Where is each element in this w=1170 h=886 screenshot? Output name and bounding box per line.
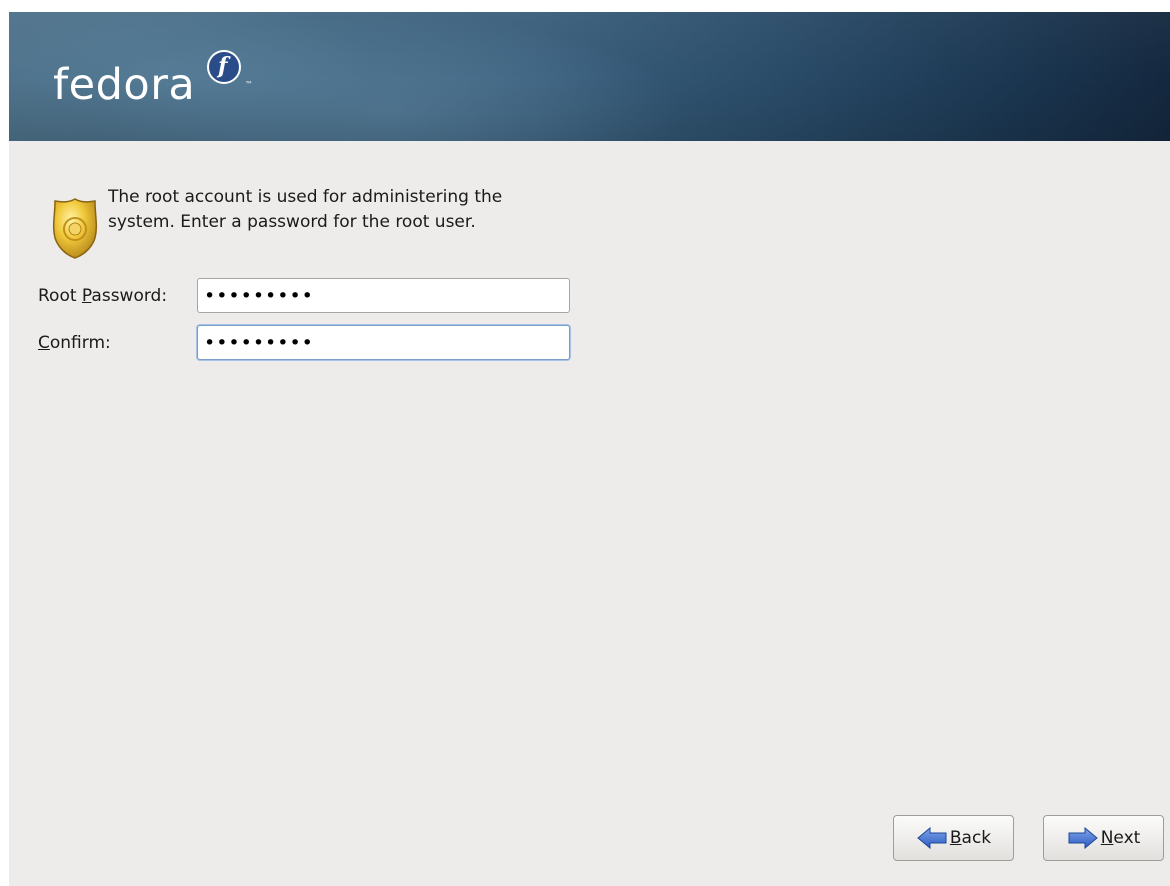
back-button[interactable]: Back — [893, 815, 1014, 861]
arrow-right-icon — [1068, 827, 1098, 849]
logo-wordmark: fedora — [53, 60, 196, 110]
fedora-logo: fedora f ™ — [53, 50, 253, 120]
installer-window: fedora f ™ The root account is used for … — [9, 12, 1170, 886]
confirm-password-input[interactable] — [197, 325, 570, 360]
next-button[interactable]: Next — [1043, 815, 1164, 861]
intro-description: The root account is used for administeri… — [108, 187, 503, 232]
root-password-input[interactable] — [197, 278, 570, 313]
fedora-infinity-icon: f — [207, 50, 241, 84]
fedora-banner: fedora f ™ — [9, 12, 1170, 141]
root-password-label: Root Password: — [38, 286, 168, 306]
logo-trademark: ™ — [245, 80, 253, 89]
security-badge-icon — [52, 198, 98, 259]
confirm-password-label: Confirm: — [38, 333, 111, 353]
arrow-left-icon — [917, 827, 947, 849]
